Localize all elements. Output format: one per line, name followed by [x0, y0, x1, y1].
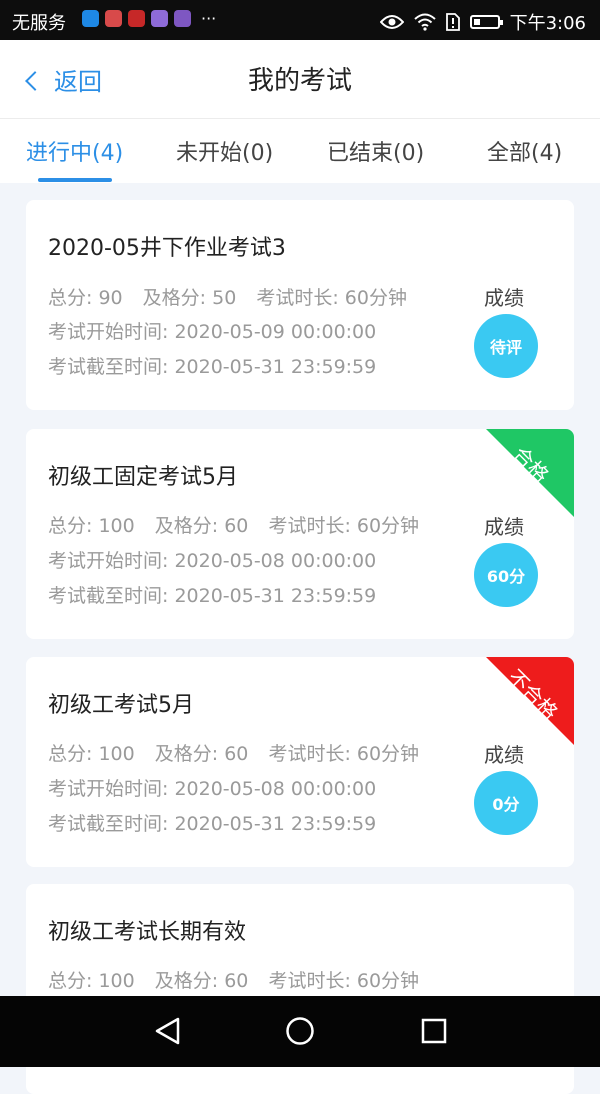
pass-score: 及格分: 60 [154, 970, 249, 992]
active-tab-indicator [38, 178, 112, 182]
grade-label: 成绩 [484, 743, 524, 767]
tab-in-progress[interactable]: 进行中(4) [26, 135, 123, 167]
exam-start-time: 考试开始时间: 2020-05-08 00:00:00 [48, 778, 377, 800]
music-app-icon [174, 10, 191, 27]
grade-label: 成绩 [484, 286, 524, 310]
app-header: 返回 我的考试 [0, 40, 600, 119]
tab-ended[interactable]: 已结束(0) [327, 135, 424, 167]
status-app-icons: ··· [82, 10, 216, 27]
total-score: 总分: 100 [48, 970, 135, 992]
exam-tabs: 进行中(4) 未开始(0) 已结束(0) 全部(4) [0, 119, 600, 183]
exam-title: 初级工固定考试5月 [48, 465, 238, 490]
exam-end-time: 考试截至时间: 2020-05-31 23:59:59 [48, 356, 377, 378]
exam-duration: 考试时长: 60分钟 [268, 970, 420, 992]
exam-title: 初级工考试长期有效 [48, 920, 247, 945]
exam-duration: 考试时长: 60分钟 [268, 515, 420, 537]
exam-end-time: 考试截至时间: 2020-05-31 23:59:59 [48, 585, 377, 607]
huawei-app-icon [128, 10, 145, 27]
triangle-back-icon[interactable] [154, 1016, 182, 1046]
page-title: 我的考试 [247, 66, 352, 96]
grade-badge: 60分 [474, 543, 538, 607]
pass-score: 及格分: 60 [154, 515, 249, 537]
exam-card[interactable]: 不合格 初级工考试5月 总分: 100 及格分: 60 考试时长: 60分钟 考… [26, 657, 574, 867]
exam-card[interactable]: 2020-05井下作业考试3 总分: 90 及格分: 50 考试时长: 60分钟… [26, 200, 574, 410]
grade-badge: 待评 [474, 314, 538, 378]
system-nav-bar [0, 996, 600, 1067]
battery-icon [469, 15, 503, 29]
total-score: 总分: 90 [48, 287, 123, 309]
exam-start-time: 考试开始时间: 2020-05-09 00:00:00 [48, 321, 377, 343]
total-score: 总分: 100 [48, 743, 135, 765]
exam-end-time: 考试截至时间: 2020-05-31 23:59:59 [48, 813, 377, 835]
wifi-icon [413, 13, 436, 31]
exam-start-time: 考试开始时间: 2020-05-08 00:00:00 [48, 550, 377, 572]
sim-alert-icon [445, 13, 460, 31]
status-right: 下午3:06 [379, 9, 586, 35]
tab-all[interactable]: 全部(4) [487, 135, 562, 167]
status-bar: 无服务 ··· 下午3:06 [0, 0, 600, 40]
app-red-icon [105, 10, 122, 27]
carrier-text: 无服务 [12, 13, 66, 34]
circle-home-icon[interactable] [285, 1016, 315, 1046]
more-notifications-icon: ··· [201, 9, 217, 28]
pass-score: 及格分: 50 [142, 287, 237, 309]
pass-score: 及格分: 60 [154, 743, 249, 765]
exam-score-info: 总分: 100 及格分: 60 考试时长: 60分钟 [48, 739, 419, 766]
exam-card[interactable]: 合格 初级工固定考试5月 总分: 100 及格分: 60 考试时长: 60分钟 … [26, 429, 574, 639]
video-app-icon [82, 10, 99, 27]
total-score: 总分: 100 [48, 515, 135, 537]
browser-app-icon [151, 10, 168, 27]
exam-score-info: 总分: 90 及格分: 50 考试时长: 60分钟 [48, 283, 407, 310]
square-recent-icon[interactable] [420, 1016, 448, 1046]
grade-label: 成绩 [484, 515, 524, 539]
exam-duration: 考试时长: 60分钟 [268, 743, 420, 765]
grade-badge: 0分 [474, 771, 538, 835]
exam-score-info: 总分: 100 及格分: 60 考试时长: 60分钟 [48, 511, 419, 538]
eye-icon [379, 15, 404, 29]
clock-time: 下午3:06 [509, 13, 586, 34]
fail-ribbon: 不合格 [486, 657, 574, 745]
tab-not-started[interactable]: 未开始(0) [176, 135, 273, 167]
pass-ribbon: 合格 [486, 429, 574, 517]
exam-score-info: 总分: 100 及格分: 60 考试时长: 60分钟 [48, 966, 419, 993]
exam-title: 2020-05井下作业考试3 [48, 236, 286, 261]
exam-title: 初级工考试5月 [48, 693, 194, 718]
exam-duration: 考试时长: 60分钟 [256, 287, 407, 309]
